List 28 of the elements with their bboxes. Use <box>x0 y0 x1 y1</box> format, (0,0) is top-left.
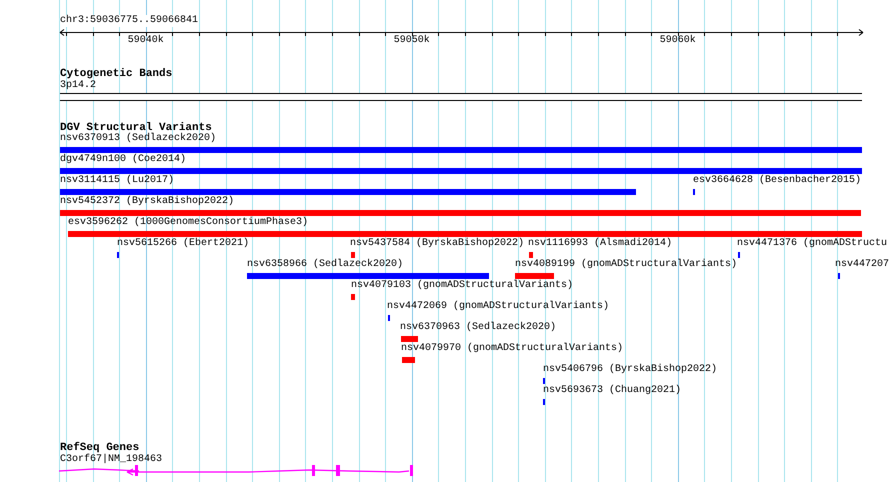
variant-label: nsv4472069 (gnomADStructuralVariants) <box>387 301 610 313</box>
variant-label: dgv4749n100 (Coe2014) <box>60 154 186 166</box>
variant-label: esv3664628 (Besenbacher2015) <box>693 175 862 187</box>
variant-label: nsv5615266 (Ebert2021) <box>117 238 250 250</box>
variant-label: esv3596262 (1000GenomesConsortiumPhase3) <box>68 217 308 229</box>
variant-label: nsv4079970 (gnomADStructuralVariants) <box>401 343 624 355</box>
variant-label: nsv6370913 (Sedlazeck2020) <box>60 133 216 145</box>
variant-label: nsv447207 <box>835 259 890 271</box>
variant-label: nsv6358966 (Sedlazeck2020) <box>247 259 404 271</box>
variant-label: nsv4471376 (gnomADStructu <box>737 238 888 250</box>
variant-label: nsv4079103 (gnomADStructuralVariants) <box>351 280 574 292</box>
tick-label: 59060k <box>660 35 696 47</box>
variant-label: nsv5406796 (ByrskaBishop2022) <box>543 364 718 376</box>
track-title: RefSeq Genes <box>60 442 140 454</box>
variant-label: nsv5452372 (ByrskaBishop2022) <box>60 196 234 208</box>
gene-label: C3orf67|NM_198463 <box>60 454 162 466</box>
band-label: 3p14.2 <box>60 80 96 92</box>
variant-label: nsv5693673 (Chuang2021) <box>543 385 682 397</box>
variant-label: nsv5437584 (ByrskaBishop2022) <box>350 238 524 250</box>
track-title: Cytogenetic Bands <box>60 68 172 80</box>
variant-label: nsv3114115 (Lu2017) <box>60 175 174 187</box>
tick-label: 59040k <box>128 35 164 47</box>
location-label: chr3:59036775..59066841 <box>60 15 198 27</box>
variant-label: nsv6370963 (Sedlazeck2020) <box>400 322 556 334</box>
variant-label: nsv4089199 (gnomADStructuralVariants) <box>515 259 738 271</box>
variant-label: nsv1116993 (Alsmadi2014) <box>528 238 672 250</box>
track-title: DGV Structural Variants <box>60 122 212 134</box>
tick-label: 59050k <box>394 35 430 47</box>
